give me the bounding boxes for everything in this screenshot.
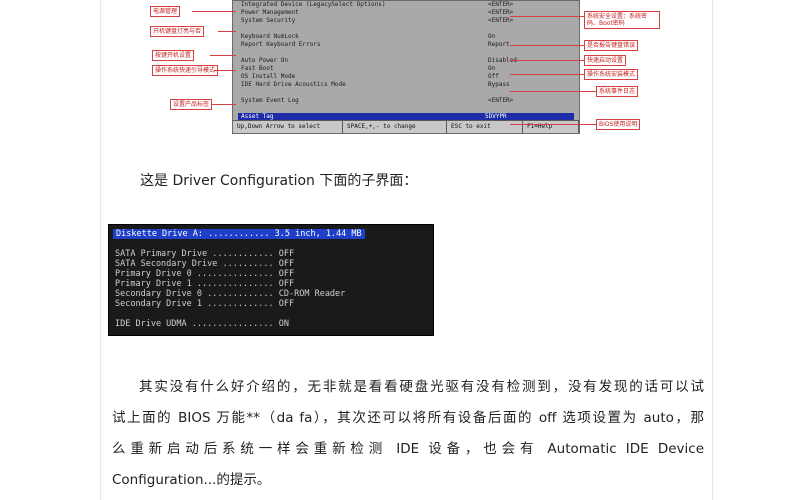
bios-setting-value: On bbox=[488, 33, 496, 40]
annotation-callout: 设置产品标签 bbox=[170, 99, 213, 110]
annotation-leader-line bbox=[214, 70, 236, 71]
bios-drive-row: Primary Drive 1 ............... OFF bbox=[115, 279, 295, 289]
annotation-leader-line bbox=[510, 45, 584, 46]
body-paragraph: 其实没有什么好介绍的，无非就是看看硬盘光驱有没有检测到，没有发现的话可以试试上面… bbox=[112, 372, 704, 496]
bios-setting-value: Disabled bbox=[488, 57, 517, 64]
page-edge-right bbox=[712, 0, 713, 500]
bios-setting-value: Report bbox=[488, 41, 510, 48]
bios-setting-label: Fast Boot bbox=[241, 65, 274, 72]
bios-setting-row: System Security <ENTER> bbox=[241, 17, 573, 25]
bios-drive-row: Secondary Drive 1 ............. OFF bbox=[115, 299, 295, 309]
bios-setting-row bbox=[241, 25, 573, 33]
bios-setting-row: Integrated Device (LegacySelect Options)… bbox=[241, 1, 573, 9]
bios-setting-row: IDE Hard Drive Acoustics Mode Bypass bbox=[241, 81, 573, 89]
bios-setting-label: System Security bbox=[241, 17, 296, 24]
bios-drive-row: IDE Drive UDMA ................ ON bbox=[115, 319, 289, 329]
annotation-leader-line bbox=[510, 60, 584, 61]
bios-help-item: Up,Down Arrow to select bbox=[233, 121, 343, 133]
paragraph-line: 么重新启动后系统一样会重新检测 IDE 设备，也会有 Automatic IDE… bbox=[112, 441, 704, 457]
bios-setting-label: Integrated Device (LegacySelect Options) bbox=[241, 1, 386, 8]
paragraph-line: 试上面的 BIOS 万能**（da fa），其次还可以将所有设备后面的 off … bbox=[112, 410, 704, 426]
bios-setting-value: <ENTER> bbox=[488, 1, 514, 8]
bios-selected-row: Diskette Drive A: ............ 3.5 inch,… bbox=[113, 229, 365, 239]
bios-setting-value: Off bbox=[488, 73, 499, 80]
annotation-callout: 操作系统快速引导模式 bbox=[152, 65, 219, 76]
bios-help-item: F1=Help bbox=[523, 121, 579, 133]
bios-setting-label: Power Management bbox=[241, 9, 299, 16]
bios-setting-label: OS Install Mode bbox=[241, 73, 296, 80]
bios-setting-row: Fast Boot On bbox=[241, 65, 573, 73]
annotation-callout: 电源管理 bbox=[150, 6, 181, 17]
bios-drive-row: Primary Drive 0 ............... OFF bbox=[115, 269, 295, 279]
annotation-callout: 快速启动设置 bbox=[584, 55, 627, 66]
annotation-leader-line bbox=[218, 31, 236, 32]
paragraph-line: Configuration...的提示。 bbox=[112, 472, 271, 488]
bios-setting-label: Keyboard NumLock bbox=[241, 33, 299, 40]
bios-setting-label: System Event Log bbox=[241, 97, 299, 104]
annotation-callout: BIOS使用说明 bbox=[596, 119, 641, 130]
caption-driver-configuration: 这是 Driver Configuration 下面的子界面： bbox=[140, 173, 418, 189]
annotation-leader-line bbox=[510, 74, 584, 75]
annotation-leader-line bbox=[210, 55, 236, 56]
bios-drive-row: SATA Secondary Drive .......... OFF bbox=[115, 259, 295, 269]
annotation-leader-line bbox=[510, 16, 584, 17]
bios-setting-row: Keyboard NumLock On bbox=[241, 33, 573, 41]
annotation-leader-line bbox=[510, 91, 596, 92]
annotation-callout: 开机键盘灯亮与否 bbox=[150, 26, 205, 37]
annotation-leader-line bbox=[192, 11, 236, 12]
bios-setting-row: Auto Power On Disabled bbox=[241, 57, 573, 65]
bios-setting-value: <ENTER> bbox=[488, 17, 514, 24]
bios-setting-row bbox=[241, 105, 573, 113]
annotation-leader-line bbox=[510, 124, 596, 125]
bios-drive-row: Secondary Drive 0 ............. CD-ROM R… bbox=[115, 289, 346, 299]
bios-setting-row: System Event Log <ENTER> bbox=[241, 97, 573, 105]
annotation-leader-line bbox=[212, 104, 236, 105]
bios-help-bar: Up,Down Arrow to select SPACE,+,- to chan… bbox=[233, 120, 579, 133]
bios-setting-row bbox=[241, 49, 573, 57]
bios-help-item: ESC to exit bbox=[447, 121, 523, 133]
bios-setting-value: On bbox=[488, 65, 496, 72]
bios-setting-label: Report Keyboard Errors bbox=[241, 41, 321, 48]
bios-setting-value: Bypass bbox=[488, 81, 510, 88]
annotation-callout: 按键开机设置 bbox=[152, 50, 195, 61]
bios-setting-label: Asset Tag bbox=[241, 113, 274, 120]
annotation-callout: 系统事件日志 bbox=[596, 86, 639, 97]
bios-drive-row: SATA Primary Drive ............ OFF bbox=[115, 249, 295, 259]
bios-help-item: SPACE,+,- to change bbox=[343, 121, 447, 133]
bios-setting-label: IDE Hard Drive Acoustics Mode bbox=[241, 81, 346, 88]
annotation-callout: 是否报告键盘错误 bbox=[584, 40, 639, 51]
bios-driver-configuration-screenshot: Diskette Drive A: ............ 3.5 inch,… bbox=[108, 224, 434, 336]
annotation-callout: 系统安全设置：系统密码、Boot密码 bbox=[584, 11, 660, 29]
bios-setting-value: <ENTER> bbox=[488, 97, 514, 104]
paragraph-line: 其实没有什么好介绍的，无非就是看看硬盘光驱有没有检测到，没有发现的话可以试 bbox=[139, 379, 704, 395]
page-edge-left bbox=[100, 0, 101, 500]
bios-setting-label: Auto Power On bbox=[241, 57, 288, 64]
bios-main-screenshot: Integrated Device (LegacySelect Options)… bbox=[232, 0, 580, 134]
annotation-callout: 操作系统安装模式 bbox=[584, 69, 639, 80]
